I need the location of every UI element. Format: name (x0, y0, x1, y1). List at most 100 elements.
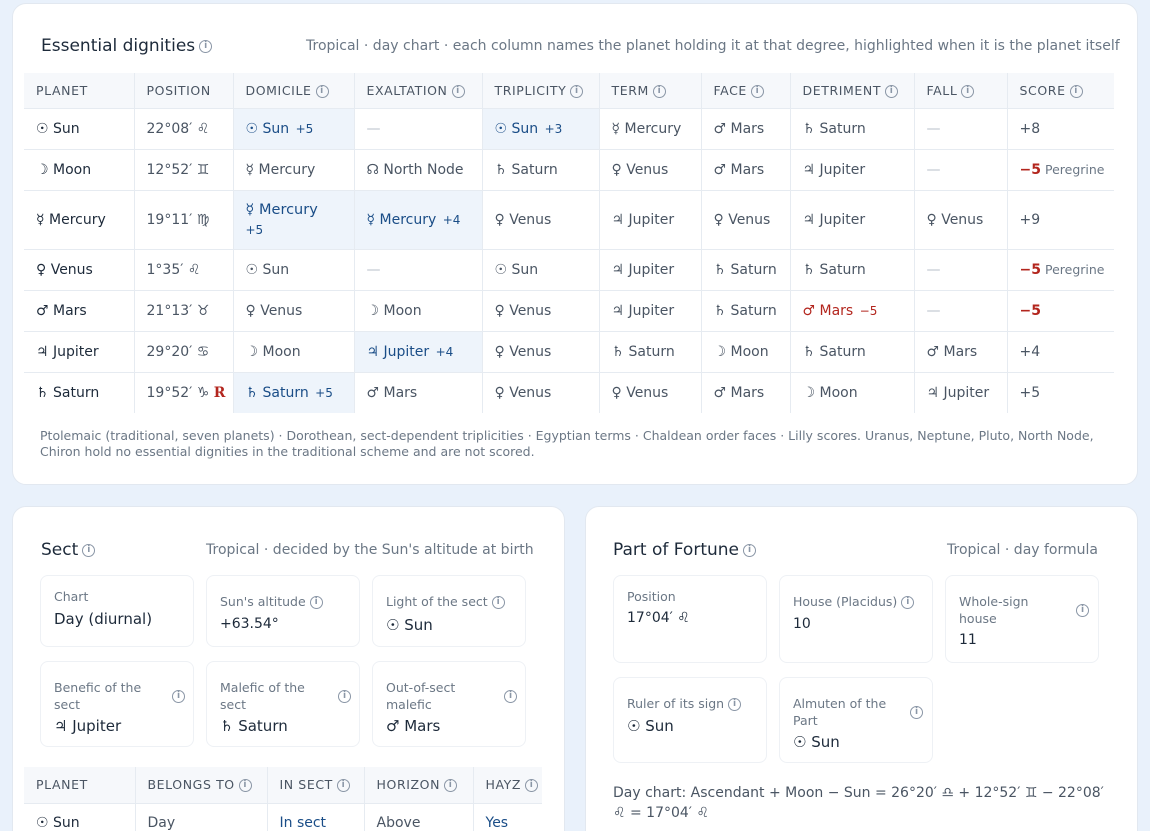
horizon-cell: Above (364, 802, 474, 831)
score-cell: +8 (1007, 107, 1114, 149)
score-cell: −5 Peregrine (1007, 248, 1114, 290)
planet-cell: ☿ Mercury (24, 189, 135, 249)
col-header-belongs: BELONGS TO i (135, 767, 268, 803)
info-icon[interactable]: i (336, 779, 350, 793)
info-icon[interactable]: i (910, 706, 923, 719)
score-cell: +5 (1007, 371, 1114, 413)
belongs-cell: Day (135, 802, 268, 831)
triplicity-cell: ♀ Venus (482, 330, 600, 372)
fortune-title: Part of Fortune i (613, 540, 756, 560)
triplicity-cell: ☉ Sun (482, 248, 600, 290)
col-header-planet: PLANET (24, 73, 135, 108)
info-icon[interactable]: i (309, 596, 323, 609)
detriment-cell: ♄ Saturn (790, 330, 915, 372)
triplicity-cell: ♄ Saturn (482, 148, 600, 190)
info-icon[interactable]: i (525, 779, 539, 793)
term-cell: ♀ Venus (599, 371, 702, 413)
whole-sign-label: Whole-sign house (959, 594, 1029, 626)
info-icon[interactable]: i (451, 84, 465, 98)
face-cell: ♂ Mars (701, 371, 791, 413)
domicile-cell: ☉ Sun (233, 248, 355, 290)
col-header-triplicity: TRIPLICITY i (482, 73, 600, 108)
info-icon[interactable]: i (728, 698, 742, 711)
triplicity-cell: ♀ Venus (482, 289, 600, 331)
col-header-exaltation: EXALTATION i (354, 73, 483, 108)
table-row: ☉ Sun 22°08′ ♌ ☉ Sun +5 — ☉ Sun +3 ☿ Mer… (24, 107, 1114, 149)
term-cell: ♀ Venus (599, 148, 702, 190)
info-icon[interactable]: i (1076, 604, 1089, 617)
info-icon[interactable]: i (1069, 84, 1083, 98)
altitude-tile: Sun's altitude i +63.54° (206, 575, 360, 647)
table-row: ♀ Venus 1°35′ ♌ ☉ Sun — ☉ Sun ♃ Jupiter … (24, 248, 1114, 290)
fortune-formula: Day chart: Ascendant + Moon − Sun = 26°2… (613, 785, 1104, 821)
dignities-title: Essential dignities i (41, 36, 213, 56)
position-cell: 12°52′ ♊ (134, 148, 234, 190)
position-value: 17°04′ ♌ (627, 610, 690, 626)
table-row: ☿ Mercury 19°11′ ♍ ☿ Mercury +5 ☿ Mercury… (24, 189, 1114, 249)
fall-cell: ♃ Jupiter (914, 371, 1008, 413)
info-icon[interactable]: i (491, 596, 505, 609)
info-icon[interactable]: i (315, 84, 329, 98)
sect-table: PLANET BELONGS TO i IN SECT i HORIZON i HAY… (24, 767, 542, 831)
table-row: ☉ Sun Day In sect Above Yes (24, 802, 542, 831)
altitude-label: Sun's altitude i (220, 593, 323, 610)
info-icon[interactable]: i (743, 543, 756, 557)
col-header-fall: FALL i (914, 73, 1008, 108)
detriment-cell: ♄ Saturn (790, 107, 915, 149)
score-cell: +4 (1007, 330, 1114, 372)
chart-value: Day (diurnal) (54, 610, 153, 628)
house-tile: House (Placidus) i 10 (779, 575, 933, 663)
exaltation-cell: — (354, 248, 483, 290)
almuten-tile: Almuten of the Part i ☉ Sun (779, 677, 933, 763)
face-cell: ♀ Venus (701, 189, 791, 249)
col-header-domicile: DOMICILE i (233, 73, 355, 108)
exaltation-cell: ☽ Moon (354, 289, 483, 331)
info-icon[interactable]: i (82, 543, 96, 557)
table-row: ☽ Moon 12°52′ ♊ ☿ Mercury ☊ North Node ♄… (24, 148, 1114, 190)
info-icon[interactable]: i (652, 84, 666, 98)
info-icon[interactable]: i (504, 690, 517, 703)
info-icon[interactable]: i (570, 84, 584, 98)
hayz-cell: Yes (473, 802, 542, 831)
ruler-label: Ruler of its sign i (627, 695, 742, 712)
position-cell: 19°11′ ♍ (134, 189, 234, 249)
benefic-value: ♃ Jupiter (54, 717, 122, 735)
face-cell: ☽ Moon (701, 330, 791, 372)
face-cell: ♄ Saturn (701, 289, 791, 331)
info-icon[interactable]: i (961, 84, 975, 98)
info-icon[interactable]: i (444, 779, 458, 793)
col-header-position: POSITION (134, 73, 234, 108)
col-header-score: SCORE i (1007, 73, 1114, 108)
almuten-label: Almuten of the Part (793, 696, 887, 728)
benefic-label: Benefic of the sect (54, 680, 142, 712)
exaltation-cell: ♃ Jupiter +4 (354, 330, 483, 372)
col-header-horizon: HORIZON i (364, 767, 474, 803)
detriment-cell: ♄ Saturn (790, 248, 915, 290)
exaltation-cell: — (354, 107, 483, 149)
col-header-detriment: DETRIMENT i (790, 73, 915, 108)
col-header-planet: PLANET (24, 767, 136, 803)
info-icon[interactable]: i (901, 596, 915, 609)
sect-header-row: PLANET BELONGS TO i IN SECT i HORIZON i HAY… (24, 767, 542, 803)
info-icon[interactable]: i (199, 39, 213, 53)
fall-cell: — (914, 289, 1008, 331)
table-row: ♃ Jupiter 29°20′ ♋ ☽ Moon ♃ Jupiter +4 ♀… (24, 330, 1114, 372)
info-icon[interactable]: i (885, 84, 899, 98)
info-icon[interactable]: i (172, 690, 185, 703)
info-icon[interactable]: i (750, 84, 764, 98)
fall-cell: — (914, 248, 1008, 290)
dignities-header-row: PLANET POSITION DOMICILE i EXALTATION i TR… (24, 73, 1114, 108)
fall-cell: ♀ Venus (914, 189, 1008, 249)
term-cell: ♃ Jupiter (599, 289, 702, 331)
info-icon[interactable]: i (338, 690, 351, 703)
planet-cell: ☽ Moon (24, 148, 135, 190)
chart-label: Chart (54, 589, 89, 604)
domicile-cell: ☽ Moon (233, 330, 355, 372)
dignities-table: PLANET POSITION DOMICILE i EXALTATION i TR… (24, 73, 1114, 413)
position-cell: 22°08′ ♌ (134, 107, 234, 149)
outsect-label: Out-of-sect malefic (386, 680, 456, 712)
detriment-cell: ♃ Jupiter (790, 189, 915, 249)
fall-cell: — (914, 107, 1008, 149)
info-icon[interactable]: i (238, 779, 252, 793)
table-row: ♂ Mars 21°13′ ♉ ♀ Venus ☽ Moon ♀ Venus ♃… (24, 289, 1114, 331)
